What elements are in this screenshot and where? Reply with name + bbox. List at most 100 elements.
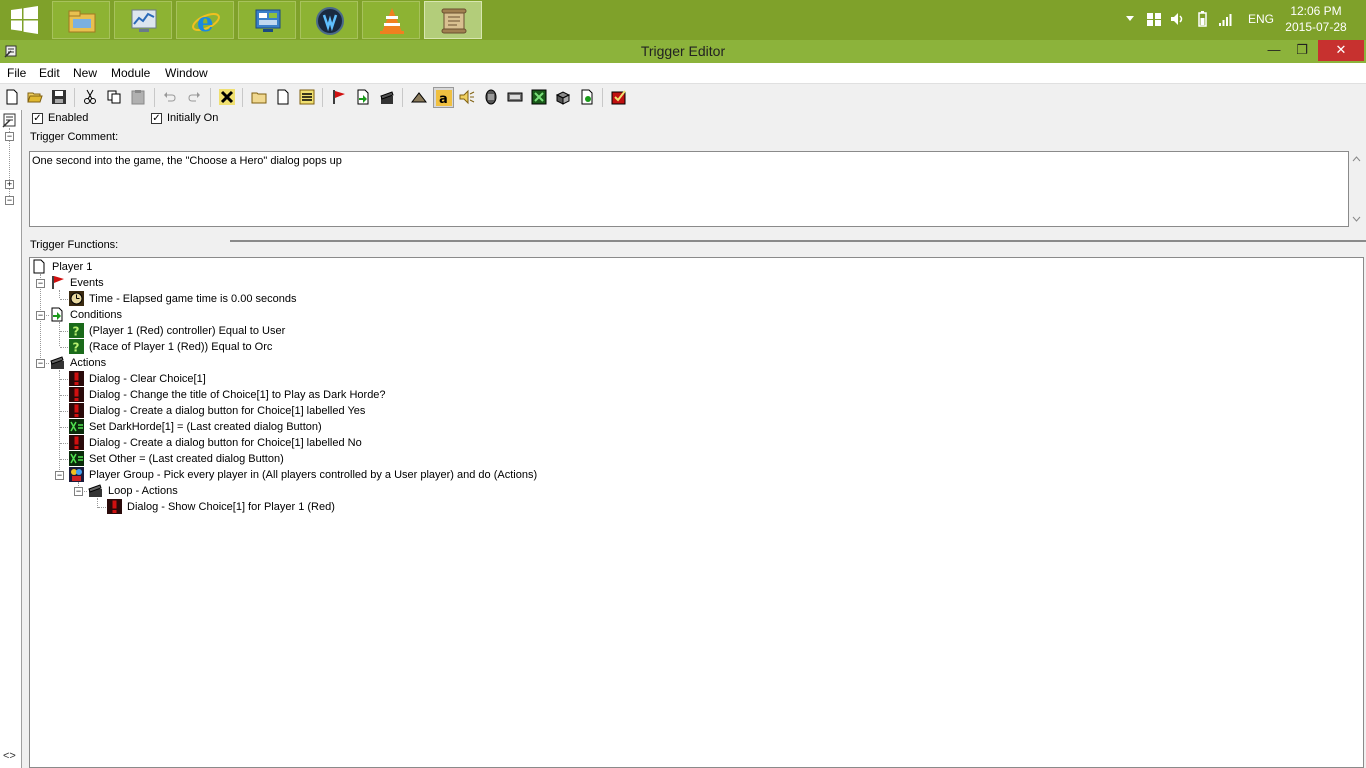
tree-connector (60, 395, 68, 396)
campaign-icon (507, 92, 523, 102)
menu-file[interactable]: File (7, 66, 26, 80)
category-expand-toggle[interactable]: + (5, 180, 14, 189)
test-map-button[interactable] (609, 87, 630, 108)
condition-question-icon: ? (69, 339, 84, 354)
enabled-checkbox[interactable]: ✓ (32, 113, 43, 124)
new-button[interactable] (2, 87, 23, 108)
action-label: Set Other = (Last created dialog Button) (89, 453, 284, 465)
map-scroll-icon[interactable] (2, 112, 18, 128)
save-button[interactable] (49, 87, 70, 108)
ai-editor-button[interactable] (529, 87, 550, 108)
system-clock[interactable]: 12:06 PM 2015-07-28 (1276, 3, 1356, 35)
menu-module[interactable]: Module (111, 66, 150, 80)
import-document-icon (581, 89, 593, 105)
object-unit-icon (485, 89, 497, 105)
trigger-functions-label: Trigger Functions: (30, 239, 119, 251)
redo-button[interactable] (184, 87, 205, 108)
clock-date: 2015-07-28 (1285, 20, 1347, 34)
new-category-folder-icon (251, 92, 267, 104)
action-label: Set DarkHorde[1] = (Last created dialog … (89, 421, 322, 433)
tree-root-label: Player 1 (52, 261, 93, 273)
close-button[interactable]: ✕ (1318, 40, 1364, 61)
action-exclamation-icon (69, 371, 84, 386)
splitter-bar[interactable] (230, 240, 1366, 242)
paste-button[interactable] (128, 87, 149, 108)
comment-scrollbar[interactable] (1349, 151, 1364, 227)
events-collapse-toggle[interactable]: − (36, 279, 45, 288)
actions-label: Actions (70, 357, 107, 369)
internet-explorer-taskbar-button[interactable]: e (176, 1, 234, 39)
open-button[interactable] (25, 87, 46, 108)
vlc-taskbar-button[interactable] (362, 1, 420, 39)
maximize-button[interactable]: ❐ (1288, 40, 1316, 61)
undo-button[interactable] (160, 87, 181, 108)
performance-monitor-taskbar-button[interactable] (114, 1, 172, 39)
action-label: Player Group - Pick every player in (All… (89, 469, 538, 481)
enabled-label: Enabled (48, 112, 89, 124)
control-panel-taskbar-button[interactable] (238, 1, 296, 39)
actions-collapse-toggle[interactable]: − (36, 359, 45, 368)
category-collapse-toggle[interactable]: − (5, 196, 14, 205)
campaign-editor-button[interactable] (505, 87, 526, 108)
svg-text:?: ? (73, 341, 80, 355)
action-label: Dialog - Change the title of Choice[1] t… (89, 389, 386, 401)
file-explorer-taskbar-button[interactable] (52, 1, 110, 39)
initially-on-checkbox[interactable]: ✓ (151, 113, 162, 124)
test-map-icon (611, 90, 626, 105)
minimize-button[interactable]: — (1260, 40, 1288, 61)
menu-new[interactable]: New (73, 66, 97, 80)
undo-icon (164, 92, 176, 102)
window-titlebar[interactable]: Trigger Editor — ❐ ✕ (0, 40, 1366, 63)
new-trigger-comment-button[interactable] (297, 87, 318, 108)
clock-time: 12:06 PM (1290, 4, 1342, 18)
trigger-editor-taskbar-button[interactable] (424, 1, 482, 39)
trigger-list-panel[interactable]: − + − <> (0, 110, 22, 768)
new-condition-button[interactable] (353, 87, 374, 108)
loop-collapse-toggle[interactable]: − (74, 487, 83, 496)
player-group-icon (69, 467, 84, 482)
category-collapse-toggle[interactable]: − (5, 132, 14, 141)
vlc-cone-icon (380, 8, 404, 34)
menu-edit[interactable]: Edit (39, 66, 60, 80)
new-trigger-button[interactable] (273, 87, 294, 108)
action-exclamation-icon (69, 387, 84, 402)
new-action-button[interactable] (377, 87, 398, 108)
new-category-button[interactable] (249, 87, 270, 108)
conditions-collapse-toggle[interactable]: − (36, 311, 45, 320)
sound-editor-button[interactable] (457, 87, 478, 108)
event-label: Time - Elapsed game time is 0.00 seconds (89, 293, 297, 305)
paste-icon (131, 90, 145, 105)
box-stack-icon (555, 91, 571, 105)
player-group-collapse-toggle[interactable]: − (55, 471, 64, 480)
menu-window[interactable]: Window (165, 66, 208, 80)
start-button[interactable] (0, 0, 50, 40)
toolbar-separator (242, 88, 243, 107)
tree-connector (60, 443, 68, 444)
tree-connector (60, 411, 68, 412)
scroll-left-right-arrows[interactable]: <> (3, 750, 16, 762)
loop-action-label: Dialog - Show Choice[1] for Player 1 (Re… (127, 501, 335, 513)
import-manager-button[interactable] (577, 87, 598, 108)
terrain-editor-button[interactable] (409, 87, 430, 108)
action-label: Dialog - Create a dialog button for Choi… (89, 405, 366, 417)
new-event-button[interactable] (329, 87, 350, 108)
delete-button[interactable] (217, 87, 238, 108)
red-flag-icon (52, 276, 64, 289)
object-manager-button[interactable] (553, 87, 574, 108)
chevron-up-icon (1126, 16, 1134, 21)
action-label: Dialog - Create a dialog button for Choi… (89, 437, 362, 449)
warcraft-taskbar-button[interactable] (300, 1, 358, 39)
copy-icon (107, 90, 121, 104)
cut-button[interactable] (80, 87, 101, 108)
loop-actions-label: Loop - Actions (108, 485, 178, 497)
trigger-functions-tree[interactable]: Player 1 − Events Time - Elapsed game ti… (29, 257, 1364, 768)
toolbar-separator (602, 88, 603, 107)
svg-text:a: a (439, 92, 448, 106)
redo-icon (188, 92, 200, 102)
toolbar: a (0, 85, 1366, 111)
copy-button[interactable] (104, 87, 125, 108)
object-editor-button[interactable] (481, 87, 502, 108)
trigger-comment-textarea[interactable]: One second into the game, the "Choose a … (29, 151, 1349, 227)
monitor-chart-icon (131, 9, 157, 32)
trigger-editor-toolbar-button[interactable]: a (433, 87, 454, 108)
